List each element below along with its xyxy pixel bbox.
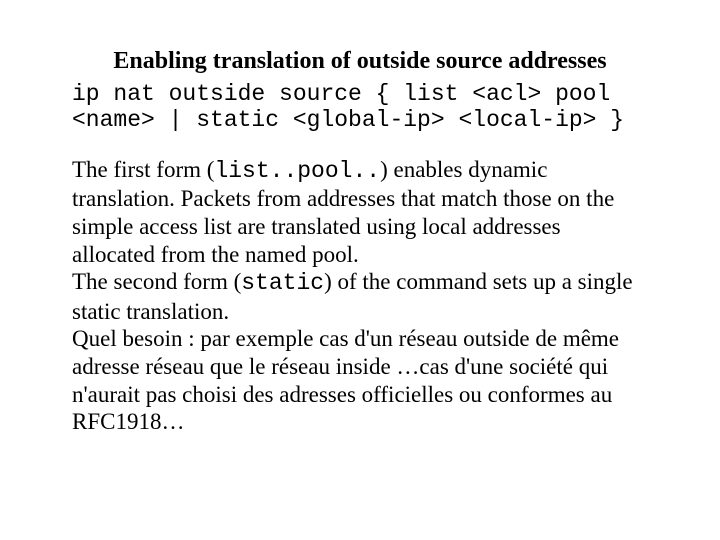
document-page: Enabling translation of outside source a… <box>0 0 720 436</box>
p2-code: static <box>241 270 324 296</box>
paragraph-3: Quel besoin : par exemple cas d'un résea… <box>72 325 648 435</box>
body-text: The first form (list..pool..) enables dy… <box>72 156 648 436</box>
p2-lead: The second form ( <box>72 269 241 294</box>
command-syntax: ip nat outside source { list <acl> pool … <box>72 81 648 134</box>
paragraph-1: The first form (list..pool..) enables dy… <box>72 156 648 268</box>
page-title: Enabling translation of outside source a… <box>72 48 648 75</box>
paragraph-2: The second form (static) of the command … <box>72 268 648 325</box>
p1-code: list..pool.. <box>214 158 380 184</box>
p1-lead: The first form ( <box>72 157 214 182</box>
